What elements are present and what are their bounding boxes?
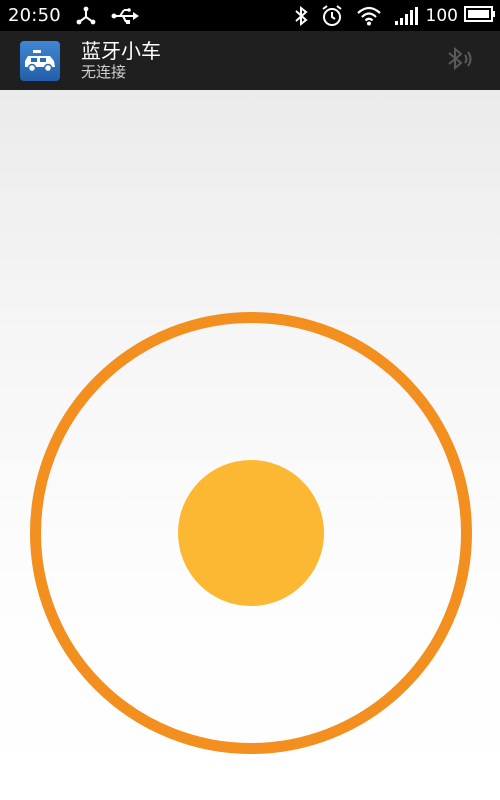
joystick-knob[interactable] bbox=[178, 460, 324, 606]
battery-icon bbox=[464, 5, 496, 26]
alarm-icon bbox=[320, 4, 344, 28]
network-hub-icon bbox=[75, 5, 97, 27]
title-group: 蓝牙小车 无连接 bbox=[81, 39, 161, 82]
status-bar: 20:50 100 bbox=[0, 0, 500, 31]
action-bar: 蓝牙小车 无连接 bbox=[0, 31, 500, 90]
car-icon[interactable] bbox=[20, 40, 60, 81]
connection-status: 无连接 bbox=[81, 63, 127, 81]
bluetooth-connect-button[interactable] bbox=[442, 44, 476, 78]
control-area bbox=[0, 90, 500, 800]
app-title: 蓝牙小车 bbox=[81, 39, 161, 63]
signal-icon bbox=[394, 6, 418, 25]
battery-level: 100 bbox=[425, 5, 458, 26]
bluetooth-icon bbox=[294, 5, 308, 27]
usb-icon bbox=[111, 7, 139, 25]
wifi-icon bbox=[356, 6, 382, 26]
bluetooth-audio-icon bbox=[444, 44, 474, 78]
status-time: 20:50 bbox=[8, 5, 61, 26]
